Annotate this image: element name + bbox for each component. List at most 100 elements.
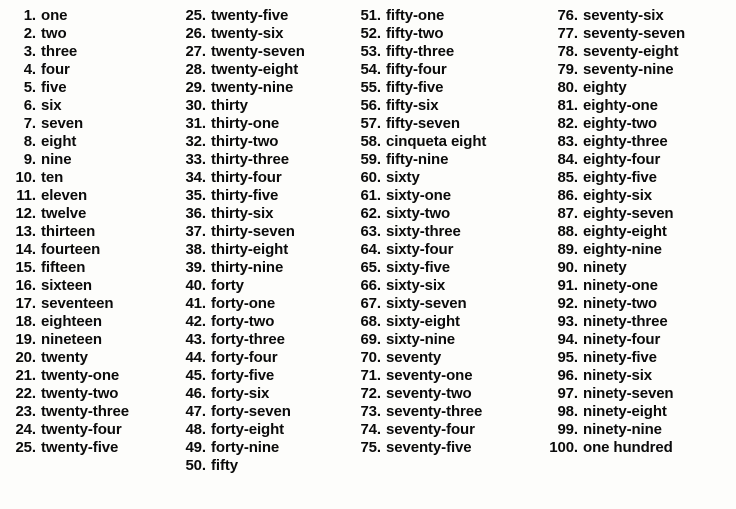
list-item: 14. fourteen <box>10 241 180 259</box>
list-item-word: eighty-eight <box>583 223 667 240</box>
list-item-word: seventy-seven <box>583 25 686 42</box>
list-item-word: sixty-seven <box>386 295 467 312</box>
list-item-number: 80. <box>557 79 578 96</box>
list-item: 67. sixty-seven <box>355 295 530 313</box>
list-item-number: 84. <box>557 151 578 168</box>
list-item: 90. ninety <box>548 259 736 277</box>
list-item: 42. forty-two <box>180 313 355 331</box>
list-item: 78. seventy-eight <box>548 43 736 61</box>
list-item: 50. fifty <box>180 457 355 475</box>
list-item-number: 19. <box>15 331 36 348</box>
list-item-number: 12. <box>15 205 36 222</box>
list-item-word: thirty-seven <box>211 223 295 240</box>
list-item: 25. twenty-five <box>180 7 355 25</box>
list-item: 80. eighty <box>548 79 736 97</box>
list-item-word: ninety-five <box>583 349 657 366</box>
list-item-number: 4. <box>23 61 36 78</box>
list-item-number: 54. <box>360 61 381 78</box>
list-item: 39. thirty-nine <box>180 259 355 277</box>
list-item-number: 100. <box>549 439 578 456</box>
list-item-word: forty-one <box>211 295 276 312</box>
list-item: 28. twenty-eight <box>180 61 355 79</box>
list-item-word: seventy <box>386 349 442 366</box>
list-item-word: seventy-eight <box>583 43 679 60</box>
list-item: 22. twenty-two <box>10 385 180 403</box>
list-item-number: 2. <box>23 25 36 42</box>
list-item-number: 60. <box>360 169 381 186</box>
list-item: 61. sixty-one <box>355 187 530 205</box>
list-item-number: 28. <box>185 61 206 78</box>
list-item: 32. thirty-two <box>180 133 355 151</box>
list-item: 12. twelve <box>10 205 180 223</box>
list-item-word: ninety-nine <box>583 421 662 438</box>
list-item-number: 1. <box>23 7 36 24</box>
list-item-number: 46. <box>185 385 206 402</box>
list-item-word: seventy-three <box>386 403 483 420</box>
list-item-word: nine <box>41 151 72 168</box>
list-item: 88. eighty-eight <box>548 223 736 241</box>
list-item-word: fifty <box>211 457 238 474</box>
list-item-word: twenty-five <box>211 7 289 24</box>
list-item-number: 24. <box>15 421 36 438</box>
list-item: 100. one hundred <box>548 439 736 457</box>
list-item: 11. eleven <box>10 187 180 205</box>
list-item: 62. sixty-two <box>355 205 530 223</box>
list-item-number: 7. <box>23 115 36 132</box>
list-item: 96. ninety-six <box>548 367 736 385</box>
list-item-word: ninety <box>583 259 627 276</box>
list-item: 70. seventy <box>355 349 530 367</box>
list-item-number: 11. <box>16 187 36 204</box>
list-item-word: seventy-four <box>386 421 475 438</box>
list-item-word: thirty-six <box>211 205 274 222</box>
list-item-word: five <box>41 79 67 96</box>
list-item-word: twenty-eight <box>211 61 299 78</box>
list-item-word: cinqueta eight <box>386 133 487 150</box>
list-item-word: ninety-one <box>583 277 658 294</box>
list-item: 74. seventy-four <box>355 421 530 439</box>
list-item: 93. ninety-three <box>548 313 736 331</box>
list-item: 51. fifty-one <box>355 7 530 25</box>
list-item-number: 37. <box>185 223 206 240</box>
list-item-word: seventy-two <box>386 385 472 402</box>
list-item-word: sixty <box>386 169 420 186</box>
list-item: 26. twenty-six <box>180 25 355 43</box>
list-item-number: 21. <box>15 367 36 384</box>
list-item: 54. fifty-four <box>355 61 530 79</box>
list-item-number: 6. <box>23 97 36 114</box>
list-item-word: forty-nine <box>211 439 280 456</box>
list-item-number: 26. <box>185 25 206 42</box>
list-item-word: twenty <box>41 349 88 366</box>
list-item-word: fifteen <box>41 259 86 276</box>
list-item-word: fifty-two <box>386 25 444 42</box>
list-item-word: one <box>41 7 68 24</box>
list-item-number: 40. <box>185 277 206 294</box>
list-item-number: 93. <box>557 313 578 330</box>
list-item: 9. nine <box>10 151 180 169</box>
list-item-word: fourteen <box>41 241 101 258</box>
list-item-word: twelve <box>41 205 87 222</box>
list-item: 77. seventy-seven <box>548 25 736 43</box>
list-item-word: twenty-one <box>41 367 120 384</box>
list-item-word: thirty <box>211 97 248 114</box>
list-item-word: fifty-three <box>386 43 455 60</box>
list-item: 20. twenty <box>10 349 180 367</box>
list-item: 43. forty-three <box>180 331 355 349</box>
list-item-word: twenty-five <box>41 439 119 456</box>
list-item-word: sixty-two <box>386 205 451 222</box>
list-item-number: 77. <box>557 25 578 42</box>
list-item: 53. fifty-three <box>355 43 530 61</box>
list-item-number: 79. <box>557 61 578 78</box>
list-item-number: 25. <box>185 7 206 24</box>
list-item-number: 43. <box>185 331 206 348</box>
number-words-sheet: 1. one 2. two 3. three 4. four 5. five 6. six 7. seve… <box>0 0 736 509</box>
list-item: 64. sixty-four <box>355 241 530 259</box>
list-item-number: 87. <box>557 205 578 222</box>
list-item: 18. eighteen <box>10 313 180 331</box>
list-item: 48. forty-eight <box>180 421 355 439</box>
list-item-number: 78. <box>557 43 578 60</box>
list-item-number: 44. <box>185 349 206 366</box>
column-3: 51. fifty-one 52. fifty-two 53. fifty-three 54… <box>355 7 530 457</box>
list-item-word: forty-five <box>211 367 275 384</box>
list-item-number: 8. <box>23 133 36 150</box>
list-item-number: 25. <box>15 439 36 456</box>
